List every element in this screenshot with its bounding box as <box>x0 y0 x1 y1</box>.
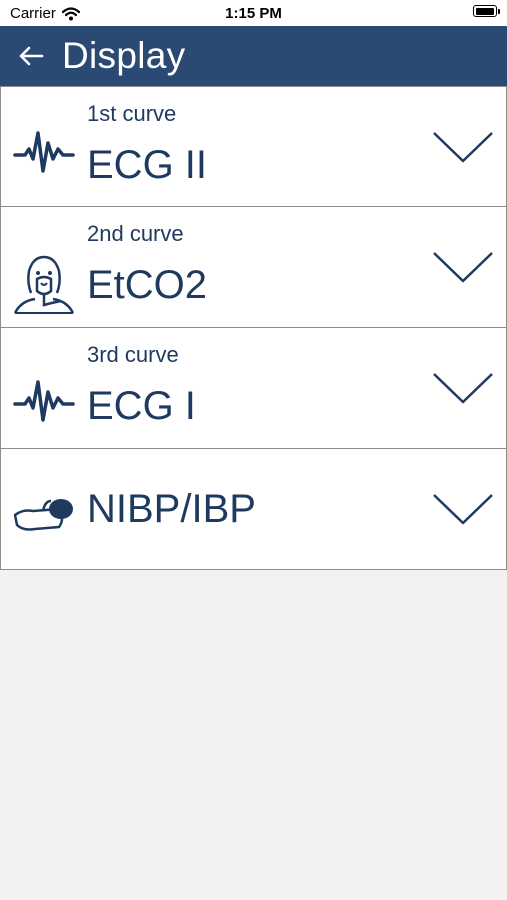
curve-row-4[interactable]: NIBP/IBP <box>0 449 507 570</box>
curve-row-3-value: ECG I <box>87 384 196 428</box>
patient-mask-icon <box>13 255 75 314</box>
curve-row-3[interactable]: 3rd curve ECG I <box>0 328 507 449</box>
curve-row-4-value: NIBP/IBP <box>87 487 256 531</box>
curve-list: 1st curve ECG II 2nd curve EtCO2 3rd cur… <box>0 86 507 570</box>
curve-row-1[interactable]: 1st curve ECG II <box>0 86 507 207</box>
ecg-waveform-icon <box>13 131 75 173</box>
curve-row-2-value: EtCO2 <box>87 263 208 307</box>
curve-row-2-caption: 2nd curve <box>87 221 184 246</box>
status-bar: Carrier 1:15 PM <box>0 0 507 26</box>
status-right <box>473 5 500 17</box>
back-button[interactable] <box>16 41 46 71</box>
curve-row-2[interactable]: 2nd curve EtCO2 <box>0 207 507 328</box>
app-header: Display <box>0 26 507 86</box>
blood-pressure-cuff-icon <box>13 499 73 531</box>
chevron-down-icon[interactable] <box>432 129 494 165</box>
chevron-down-icon[interactable] <box>432 370 494 406</box>
page-title: Display <box>62 35 186 76</box>
arrow-left-icon <box>19 46 44 66</box>
chevron-down-icon[interactable] <box>432 491 494 527</box>
status-time: 1:15 PM <box>225 5 282 22</box>
curve-row-1-value: ECG II <box>87 143 208 187</box>
ecg-waveform-icon <box>13 380 75 422</box>
chevron-down-icon[interactable] <box>432 249 494 285</box>
battery-level-fill <box>475 7 494 15</box>
battery-icon <box>473 5 500 17</box>
curve-row-3-caption: 3rd curve <box>87 342 179 367</box>
curve-row-1-caption: 1st curve <box>87 101 177 126</box>
